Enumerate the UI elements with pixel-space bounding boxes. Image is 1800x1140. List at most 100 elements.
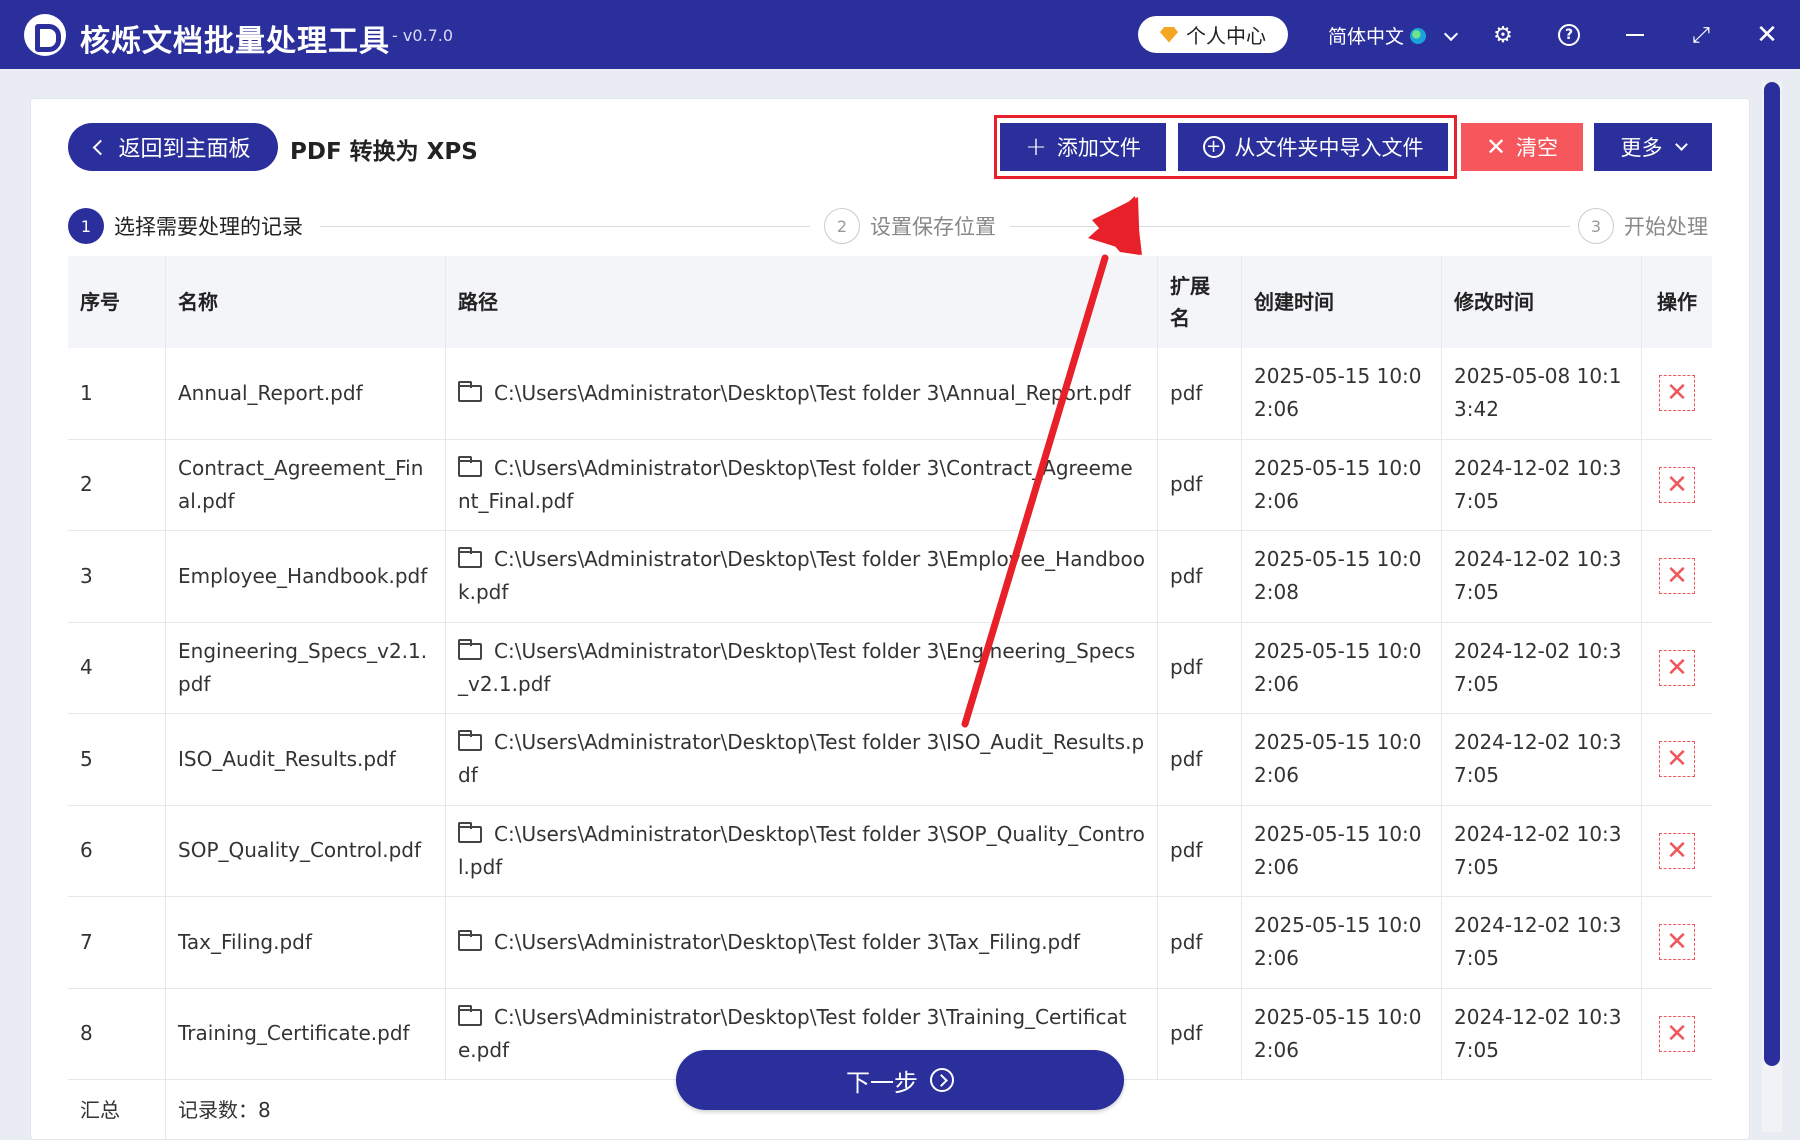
chevron-right-circle-icon (930, 1068, 954, 1092)
globe-icon (1410, 27, 1427, 44)
folder-icon[interactable] (458, 1004, 482, 1026)
step-label: 设置保存位置 (870, 215, 996, 239)
back-to-dashboard-button[interactable]: 返回到主面板 (68, 123, 278, 171)
cell-ext: pdf (1158, 348, 1242, 439)
cell-ext: pdf (1158, 531, 1242, 622)
more-label: 更多 (1620, 136, 1663, 160)
cell-created-time: 2025-05-15 10:02:08 (1242, 531, 1442, 622)
cell-path: C:\Users\Administrator\Desktop\Test fold… (446, 439, 1158, 530)
minimize-icon[interactable] (1618, 18, 1652, 52)
step-number: 1 (68, 208, 104, 244)
table-body: 1 Annual_Report.pdf C:\Users\Administrator… (68, 348, 1712, 1080)
cell-path: C:\Users\Administrator\Desktop\Test fold… (446, 531, 1158, 622)
close-icon: ✕ (1485, 133, 1507, 161)
app-title: 核烁文档批量处理工具 (80, 24, 390, 59)
delete-row-icon[interactable]: ✕ (1659, 1015, 1695, 1052)
cell-seq: 8 (68, 988, 166, 1079)
settings-gear-icon[interactable]: ⚙ (1486, 18, 1520, 52)
cell-path: C:\Users\Administrator\Desktop\Test fold… (446, 897, 1158, 988)
folder-icon[interactable] (458, 929, 482, 951)
folder-icon[interactable] (458, 821, 482, 843)
delete-row-icon[interactable]: ✕ (1659, 558, 1695, 595)
delete-row-icon[interactable]: ✕ (1659, 466, 1695, 503)
cell-created-time: 2025-05-15 10:02:06 (1242, 988, 1442, 1079)
header-ctime: 创建时间 (1242, 256, 1442, 348)
language-select[interactable]: 简体中文 (1328, 22, 1459, 49)
cell-path: C:\Users\Administrator\Desktop\Test fold… (446, 622, 1158, 713)
step-number: 2 (824, 208, 860, 244)
cell-op: ✕ (1642, 714, 1712, 805)
scrollbar-thumb[interactable] (1764, 82, 1780, 1066)
summary-label: 汇总 (68, 1080, 166, 1140)
path-text: C:\Users\Administrator\Desktop\Test fold… (458, 638, 1136, 696)
cell-ext: pdf (1158, 714, 1242, 805)
import-from-folder-button[interactable]: + 从文件夹中导入文件 (1178, 123, 1448, 171)
cell-name: Engineering_Specs_v2.1.pdf (166, 622, 446, 713)
cell-name: Training_Certificate.pdf (166, 988, 446, 1079)
step-connector (320, 226, 810, 227)
table-row: 6 SOP_Quality_Control.pdf C:\Users\Adminis… (68, 805, 1712, 897)
cell-name: ISO_Audit_Results.pdf (166, 714, 446, 805)
cell-op: ✕ (1642, 897, 1712, 988)
header-path: 路径 (446, 256, 1158, 348)
add-file-label: 添加文件 (1056, 136, 1141, 160)
app-logo-icon (24, 14, 66, 56)
app-version: - v0.7.0 (392, 26, 454, 45)
path-text: C:\Users\Administrator\Desktop\Test fold… (458, 455, 1133, 513)
cell-ext: pdf (1158, 622, 1242, 713)
cell-modified-time: 2024-12-02 10:37:05 (1442, 805, 1642, 896)
close-window-icon[interactable]: ✕ (1750, 18, 1784, 52)
cell-modified-time: 2024-12-02 10:37:05 (1442, 622, 1642, 713)
folder-icon[interactable] (458, 730, 482, 752)
table-row: 4 Engineering_Specs_v2.1.pdf C:\Users\Admi… (68, 622, 1712, 714)
cell-op: ✕ (1642, 989, 1712, 1080)
folder-icon[interactable] (458, 455, 482, 477)
delete-row-icon[interactable]: ✕ (1659, 375, 1695, 412)
table-row: 2 Contract_Agreement_Final.pdf C:\Users\Ad… (68, 439, 1712, 531)
delete-row-icon[interactable]: ✕ (1659, 924, 1695, 961)
clear-button[interactable]: ✕ 清空 (1461, 123, 1583, 171)
next-step-button[interactable]: 下一步 (676, 1050, 1124, 1110)
cell-path: C:\Users\Administrator\Desktop\Test fold… (446, 805, 1158, 896)
path-text: C:\Users\Administrator\Desktop\Test fold… (458, 730, 1145, 788)
header-mtime: 修改时间 (1442, 256, 1642, 348)
cell-seq: 2 (68, 439, 166, 530)
delete-row-icon[interactable]: ✕ (1659, 649, 1695, 686)
table-row: 5 ISO_Audit_Results.pdf C:\Users\Administr… (68, 714, 1712, 806)
cell-modified-time: 2024-12-02 10:37:05 (1442, 531, 1642, 622)
step-label: 开始处理 (1624, 215, 1708, 239)
folder-icon[interactable] (458, 380, 482, 402)
help-icon[interactable]: ? (1552, 18, 1586, 52)
delete-row-icon[interactable]: ✕ (1659, 832, 1695, 869)
folder-icon[interactable] (458, 638, 482, 660)
path-text: C:\Users\Administrator\Desktop\Test fold… (458, 547, 1145, 605)
cell-seq: 6 (68, 805, 166, 896)
language-label: 简体中文 (1328, 26, 1405, 48)
cell-modified-time: 2024-12-02 10:37:05 (1442, 897, 1642, 988)
cell-path: C:\Users\Administrator\Desktop\Test fold… (446, 714, 1158, 805)
circle-plus-icon: + (1202, 136, 1225, 158)
delete-row-icon[interactable]: ✕ (1659, 741, 1695, 778)
cell-modified-time: 2024-12-02 10:37:05 (1442, 988, 1642, 1079)
cell-name: SOP_Quality_Control.pdf (166, 805, 446, 896)
more-button[interactable]: 更多 (1594, 123, 1712, 171)
cell-ext: pdf (1158, 805, 1242, 896)
next-label: 下一步 (846, 1068, 918, 1097)
folder-icon[interactable] (458, 547, 482, 569)
cell-seq: 4 (68, 622, 166, 713)
add-file-button[interactable]: + 添加文件 (1000, 123, 1166, 171)
header-name: 名称 (166, 256, 446, 348)
cell-created-time: 2025-05-15 10:02:06 (1242, 714, 1442, 805)
cell-name: Employee_Handbook.pdf (166, 531, 446, 622)
maximize-icon[interactable]: ⤢ (1684, 18, 1718, 52)
plus-icon: + (1025, 132, 1047, 162)
table-header: 序号 名称 路径 扩展名 创建时间 修改时间 操作 (68, 256, 1712, 348)
cell-seq: 1 (68, 348, 166, 439)
path-text: C:\Users\Administrator\Desktop\Test fold… (458, 821, 1145, 879)
file-table: 序号 名称 路径 扩展名 创建时间 修改时间 操作 1 Annual_Report… (68, 256, 1712, 1140)
step-select-records: 1 选择需要处理的记录 (68, 208, 303, 244)
cell-op: ✕ (1642, 806, 1712, 897)
user-center-button[interactable]: 个人中心 (1138, 16, 1288, 53)
cell-op: ✕ (1642, 348, 1712, 439)
cell-created-time: 2025-05-15 10:02:06 (1242, 348, 1442, 439)
